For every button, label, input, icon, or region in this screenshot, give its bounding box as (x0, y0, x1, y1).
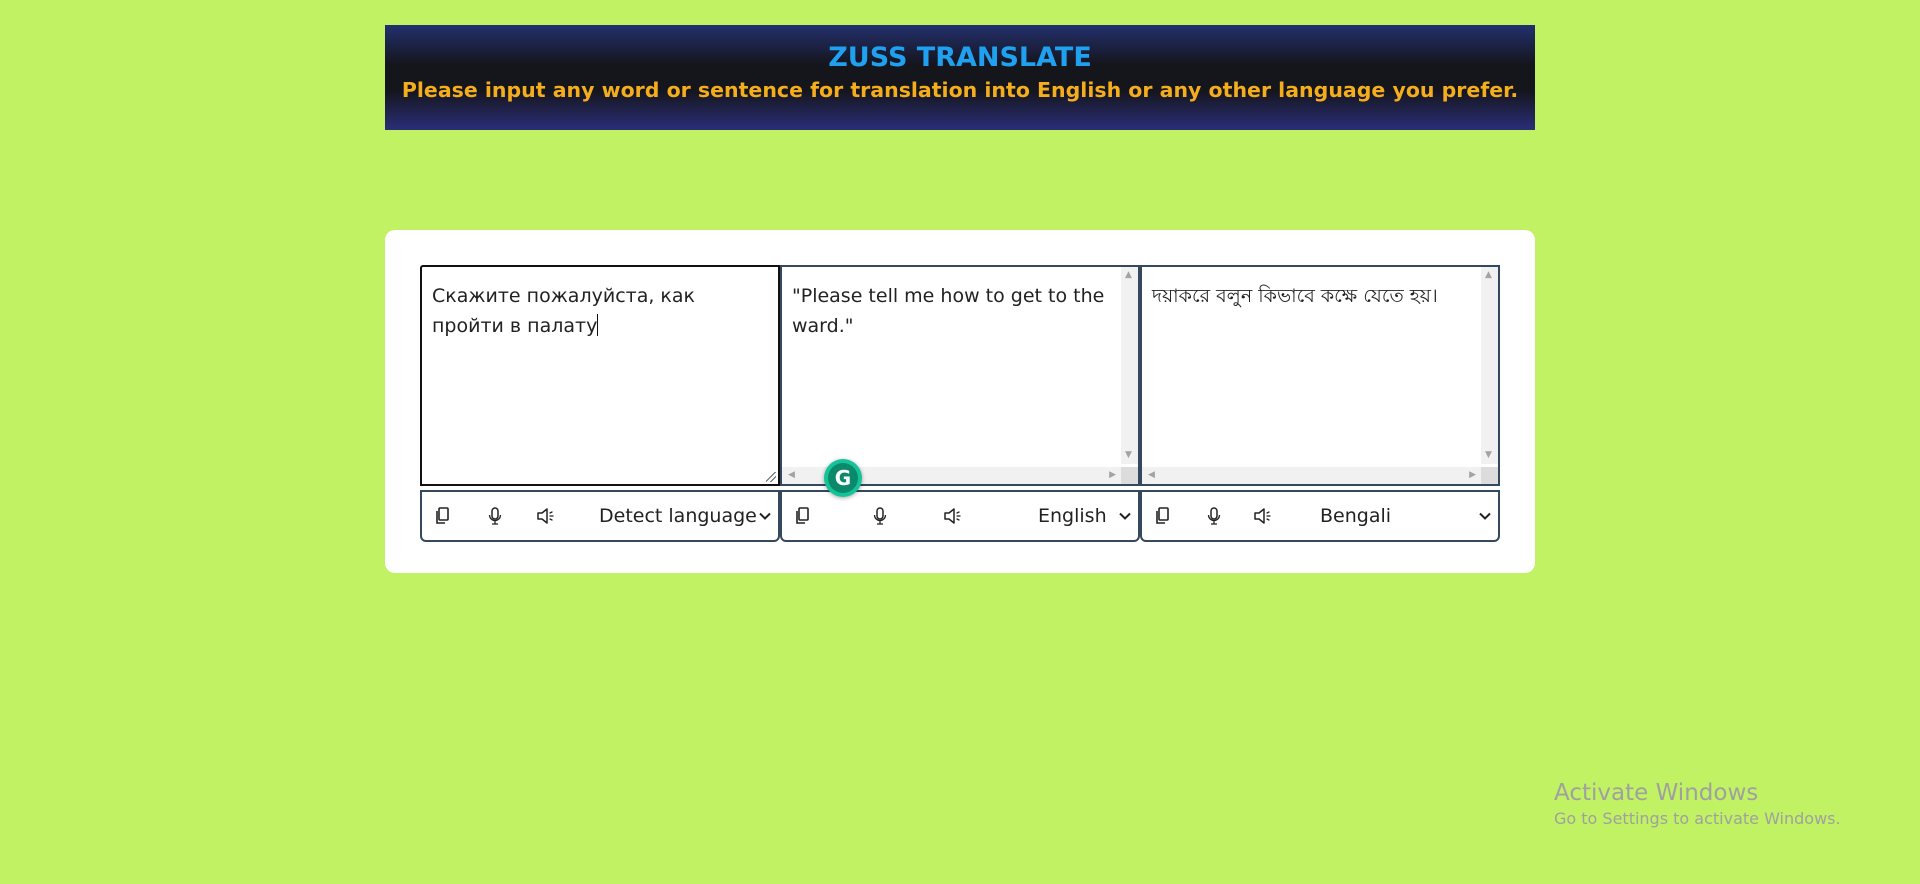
app-title: ZUSS TRANSLATE (828, 42, 1092, 73)
speaker-icon[interactable] (535, 505, 557, 527)
watermark-subtitle: Go to Settings to activate Windows. (1554, 809, 1841, 828)
windows-activation-watermark: Activate Windows Go to Settings to activ… (1554, 778, 1841, 830)
watermark-title: Activate Windows (1554, 780, 1759, 806)
bengali-panel: দয়াকরে বলুন কিভাবে কক্ষে যেতে হয়। ▲ ▼ … (1140, 265, 1500, 567)
copy-icon[interactable] (1154, 505, 1176, 527)
bengali-text: দয়াকরে বলুন কিভাবে কক্ষে যেতে হয়। (1152, 285, 1438, 307)
english-controls: English (780, 490, 1140, 542)
english-language-select[interactable]: English (1038, 503, 1107, 529)
chevron-down-icon[interactable] (758, 508, 772, 522)
bengali-textarea[interactable]: দয়াকরে বলুন কিভাবে কক্ষে যেতে হয়। ▲ ▼ … (1140, 265, 1500, 486)
grammarly-icon: G (828, 463, 858, 493)
english-textarea[interactable]: "Please tell me how to get to the ward."… (780, 265, 1140, 486)
bengali-controls: Bengali (1140, 490, 1500, 542)
english-panel: "Please tell me how to get to the ward."… (780, 265, 1140, 567)
source-language-select[interactable]: Detect language (599, 503, 757, 529)
chevron-down-icon[interactable] (1478, 508, 1492, 522)
translator-card: Скажите пожалуйста, как пройти в палату … (385, 230, 1535, 573)
resize-handle[interactable] (766, 472, 776, 482)
microphone-icon[interactable] (485, 505, 507, 527)
chevron-down-icon[interactable] (1118, 508, 1132, 522)
bengali-language-select[interactable]: Bengali (1320, 503, 1391, 529)
source-textarea[interactable]: Скажите пожалуйста, как пройти в палату (420, 265, 780, 486)
microphone-icon[interactable] (870, 505, 892, 527)
horizontal-scrollbar[interactable]: ◀ ▶ (1142, 467, 1481, 484)
source-controls: Detect language (420, 490, 780, 542)
grammarly-button[interactable]: G (824, 459, 862, 497)
source-panel: Скажите пожалуйста, как пройти в палату … (420, 265, 780, 567)
text-caret (597, 314, 599, 336)
english-text: "Please tell me how to get to the ward." (792, 285, 1105, 337)
speaker-icon[interactable] (1252, 505, 1274, 527)
source-text: Скажите пожалуйста, как пройти в палату (432, 285, 696, 337)
copy-icon[interactable] (794, 505, 816, 527)
app-header: ZUSS TRANSLATE Please input any word or … (385, 25, 1535, 130)
app-subtitle: Please input any word or sentence for tr… (401, 78, 1519, 102)
microphone-icon[interactable] (1204, 505, 1226, 527)
copy-icon[interactable] (434, 505, 456, 527)
vertical-scrollbar[interactable]: ▲ ▼ (1481, 267, 1498, 464)
speaker-icon[interactable] (942, 505, 964, 527)
vertical-scrollbar[interactable]: ▲ ▼ (1121, 267, 1138, 464)
